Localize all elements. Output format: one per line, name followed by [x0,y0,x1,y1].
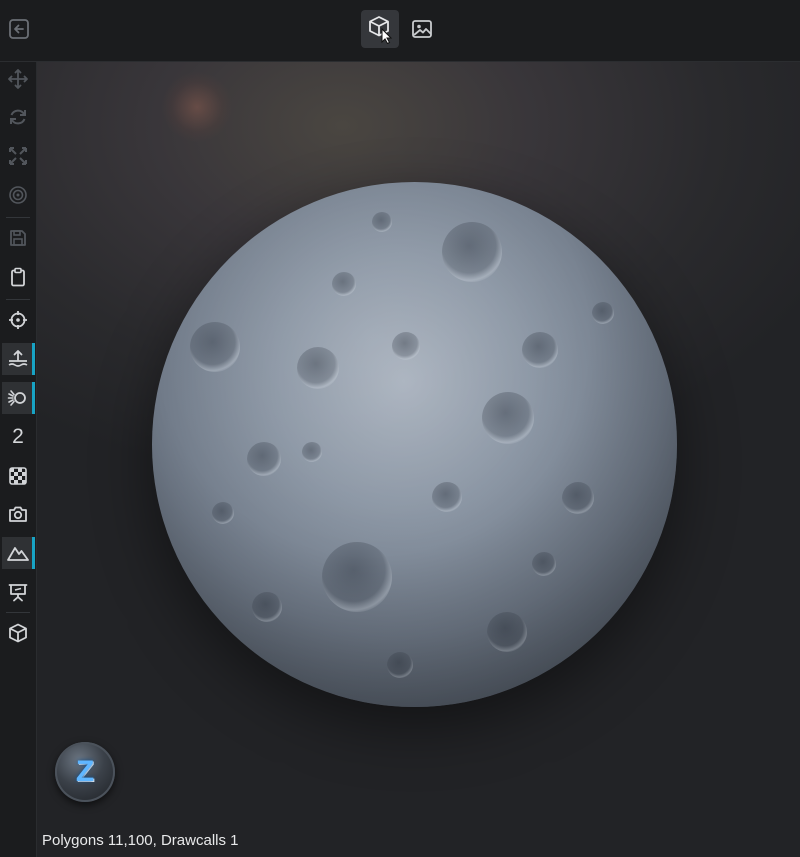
lights-button[interactable] [2,382,35,414]
logo-letter: Z [75,755,95,788]
upload-water-icon [8,350,28,367]
image-view-button[interactable] [403,10,441,48]
lens-flare [162,72,232,142]
zbrush-logo: Z [55,742,115,802]
moon-sphere-model[interactable] [152,182,677,707]
polygon-stats: Polygons 11,100, Drawcalls 1 [42,832,239,849]
back-icon [9,19,29,39]
clipboard-button[interactable] [2,261,34,293]
scene-settings-button[interactable] [2,343,35,375]
left-toolbar: 2 [0,62,37,857]
target-rings-icon [9,186,27,204]
top-toolbar [0,0,800,62]
toolbar-divider [6,299,30,300]
toolbar-divider [6,217,30,218]
3d-viewport[interactable]: Z Polygons 11,100, Drawcalls 1 [37,62,800,857]
checker-icon [9,467,27,485]
crosshair-icon [9,311,27,329]
scale-icon [9,147,27,165]
rotate-icon [10,109,26,125]
focus-button[interactable] [2,304,34,336]
rotate-tool-button[interactable] [2,101,34,133]
save-icon [10,230,26,246]
uv-checker-button[interactable] [2,460,34,492]
sphere-shading [152,182,677,707]
move-icon [8,69,28,89]
presentation-button[interactable] [2,576,34,608]
presentation-icon [8,584,28,602]
clipboard-icon [11,267,25,287]
camera-icon [9,506,27,522]
environment-button[interactable] [2,537,35,569]
light-gear-icon [7,390,26,406]
back-button[interactable] [6,16,32,42]
cube-3d-icon [369,16,393,44]
channel-number-label: 2 [12,425,24,448]
scale-tool-button[interactable] [2,140,34,172]
toolbar-divider [6,612,30,613]
model-button[interactable] [2,617,34,649]
material-channel-button[interactable]: 2 [2,421,34,453]
orbit-target-button[interactable] [2,179,34,211]
screenshot-button[interactable] [2,498,34,530]
image-icon [412,20,432,38]
save-button[interactable] [2,222,34,254]
cube-icon [9,623,27,643]
3d-view-button[interactable] [361,10,399,48]
mountain-icon [7,547,29,561]
move-tool-button[interactable] [2,63,34,95]
